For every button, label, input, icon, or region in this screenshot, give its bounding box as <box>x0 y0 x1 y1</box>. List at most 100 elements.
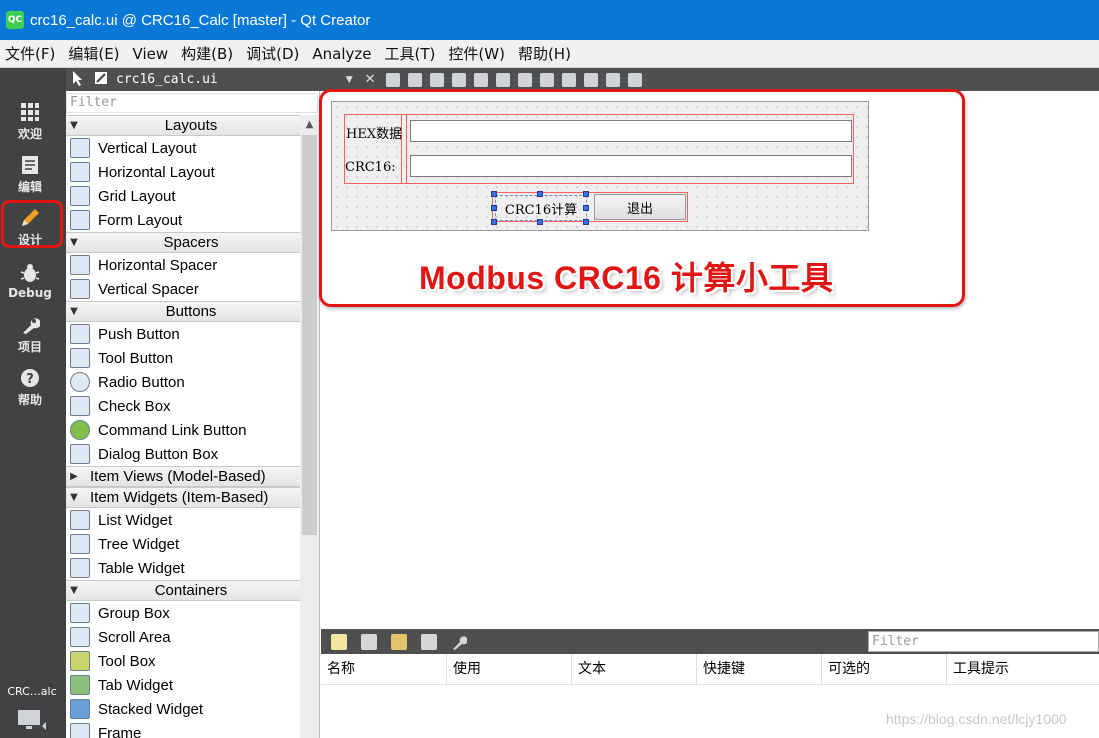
category-item-views[interactable]: ▶ Item Views (Model-Based) <box>66 466 300 487</box>
layout-vertical-splitter-icon[interactable] <box>539 72 554 87</box>
widget-item-tab-widget[interactable]: Tab Widget <box>66 673 300 697</box>
widget-item-label: Push Button <box>98 325 180 343</box>
stacked-widget-icon <box>70 699 90 719</box>
copy-action-icon[interactable] <box>361 633 377 650</box>
layout-vertical-icon[interactable] <box>495 72 510 87</box>
menu-build[interactable]: 构建(B) <box>176 43 241 64</box>
menu-file[interactable]: 文件(F) <box>0 43 63 64</box>
qt-creator-app-icon: QC <box>6 11 24 29</box>
configure-action-icon[interactable] <box>451 634 468 650</box>
column-header-name[interactable]: 名称 <box>321 654 446 685</box>
mode-projects[interactable]: 项目 <box>0 309 60 359</box>
column-header-text[interactable]: 文本 <box>571 654 696 685</box>
widget-item-tool-box[interactable]: Tool Box <box>66 649 300 673</box>
widget-item-label: Form Layout <box>98 211 183 229</box>
category-spacers[interactable]: ▼ Spacers <box>66 232 300 253</box>
widget-item-tool-button[interactable]: Tool Button <box>66 346 300 370</box>
menu-tools[interactable]: 工具(T) <box>380 43 444 64</box>
widget-item-form-layout[interactable]: Form Layout <box>66 208 300 232</box>
form-layout-icon <box>70 210 90 230</box>
column-header-tooltip[interactable]: 工具提示 <box>946 654 1099 685</box>
widget-item-check-box[interactable]: Check Box <box>66 394 300 418</box>
project-selector-label[interactable]: CRC…alc <box>0 685 64 698</box>
widget-item-vertical-spacer[interactable]: Vertical Spacer <box>66 277 300 301</box>
horizontal-layout-icon <box>70 162 90 182</box>
vertical-spacer-icon <box>70 279 90 299</box>
new-action-icon[interactable] <box>331 633 347 650</box>
menu-edit[interactable]: 编辑(E) <box>63 43 127 64</box>
close-icon[interactable]: ✕ <box>365 72 376 87</box>
document-icon <box>19 154 41 176</box>
annotation-title: Modbus CRC16 计算小工具 <box>419 260 834 296</box>
mode-help[interactable]: ? 帮助 <box>0 362 60 412</box>
edit-tab-order-icon[interactable] <box>451 72 466 87</box>
widget-item-label: Tab Widget <box>98 676 174 694</box>
mode-debug[interactable]: Debug <box>0 256 60 306</box>
widget-item-command-link-button[interactable]: Command Link Button <box>66 418 300 442</box>
edit-signals-slots-icon[interactable] <box>407 72 422 87</box>
layout-horizontal-icon[interactable] <box>473 72 488 87</box>
paste-action-icon[interactable] <box>391 633 407 650</box>
layout-grid-icon[interactable] <box>561 72 576 87</box>
menu-widgets[interactable]: 控件(W) <box>443 43 513 64</box>
delete-action-icon[interactable] <box>421 633 437 650</box>
column-header-used[interactable]: 使用 <box>446 654 571 685</box>
dialog-button-box-icon <box>70 444 90 464</box>
widget-item-push-button[interactable]: Push Button <box>66 322 300 346</box>
category-item-widgets[interactable]: ▼ Item Widgets (Item-Based) <box>66 487 300 508</box>
title-bar: QC crc16_calc.ui @ CRC16_Calc [master] -… <box>0 0 1099 40</box>
action-filter-input[interactable]: Filter <box>868 631 1099 652</box>
widget-item-label: Frame <box>98 724 142 738</box>
break-layout-icon[interactable] <box>605 72 620 87</box>
widget-item-stacked-widget[interactable]: Stacked Widget <box>66 697 300 721</box>
scroll-thumb[interactable] <box>302 135 317 535</box>
widget-item-vertical-layout[interactable]: Vertical Layout <box>66 136 300 160</box>
category-label: Item Widgets (Item-Based) <box>90 489 269 506</box>
column-header-shortcut[interactable]: 快捷键 <box>696 654 821 685</box>
scroll-up-arrow-icon[interactable]: ▲ <box>300 115 319 133</box>
window-title: crc16_calc.ui @ CRC16_Calc [master] - Qt… <box>30 11 371 29</box>
category-buttons[interactable]: ▼ Buttons <box>66 301 300 322</box>
category-containers[interactable]: ▼ Containers <box>66 580 300 601</box>
chevron-down-icon[interactable]: ▼ <box>346 75 353 85</box>
edit-widgets-icon[interactable] <box>385 72 400 87</box>
widget-item-table-widget[interactable]: Table Widget <box>66 556 300 580</box>
menu-help[interactable]: 帮助(H) <box>513 43 579 64</box>
mode-welcome[interactable]: 欢迎 <box>0 96 60 146</box>
open-document-name[interactable]: crc16_calc.ui <box>116 72 218 87</box>
chevron-down-icon: ▼ <box>70 585 78 596</box>
widget-item-frame[interactable]: Frame <box>66 721 300 738</box>
menu-analyze[interactable]: Analyze <box>307 45 379 63</box>
edit-buddies-icon[interactable] <box>429 72 444 87</box>
adjust-size-icon[interactable] <box>627 72 642 87</box>
layout-horizontal-splitter-icon[interactable] <box>517 72 532 87</box>
widget-item-radio-button[interactable]: Radio Button <box>66 370 300 394</box>
widget-item-group-box[interactable]: Group Box <box>66 601 300 625</box>
widget-item-dialog-button-box[interactable]: Dialog Button Box <box>66 442 300 466</box>
kit-selector-monitor-icon[interactable] <box>16 708 46 732</box>
tool-box-icon <box>70 651 90 671</box>
column-header-checkable[interactable]: 可选的 <box>821 654 946 685</box>
help-icon: ? <box>19 367 41 389</box>
form-editor-canvas[interactable]: HEX数据 CRC16: CRC16计算 退出 Modbus CRC16 计算小… <box>319 89 1099 629</box>
widget-item-label: List Widget <box>98 511 173 529</box>
widget-item-scroll-area[interactable]: Scroll Area <box>66 625 300 649</box>
menu-view[interactable]: View <box>128 45 177 63</box>
pointer-icon[interactable] <box>72 70 84 90</box>
widget-item-tree-widget[interactable]: Tree Widget <box>66 532 300 556</box>
widget-item-label: Grid Layout <box>98 187 176 205</box>
menu-debug[interactable]: 调试(D) <box>241 43 307 64</box>
widget-item-label: Horizontal Spacer <box>98 256 218 274</box>
widget-item-horizontal-layout[interactable]: Horizontal Layout <box>66 160 300 184</box>
mode-edit[interactable]: 编辑 <box>0 149 60 199</box>
widget-item-label: Tool Button <box>98 349 174 367</box>
category-layouts[interactable]: ▼ Layouts <box>66 115 300 136</box>
action-table-header: 名称 使用 文本 快捷键 可选的 工具提示 <box>321 654 1099 685</box>
widget-filter-input[interactable]: Filter <box>66 93 318 113</box>
widget-item-list-widget[interactable]: List Widget <box>66 508 300 532</box>
layout-form-icon[interactable] <box>583 72 598 87</box>
widget-item-horizontal-spacer[interactable]: Horizontal Spacer <box>66 253 300 277</box>
widget-box-scrollbar[interactable]: ▲ <box>300 115 319 738</box>
tree-widget-icon <box>70 534 90 554</box>
widget-item-grid-layout[interactable]: Grid Layout <box>66 184 300 208</box>
